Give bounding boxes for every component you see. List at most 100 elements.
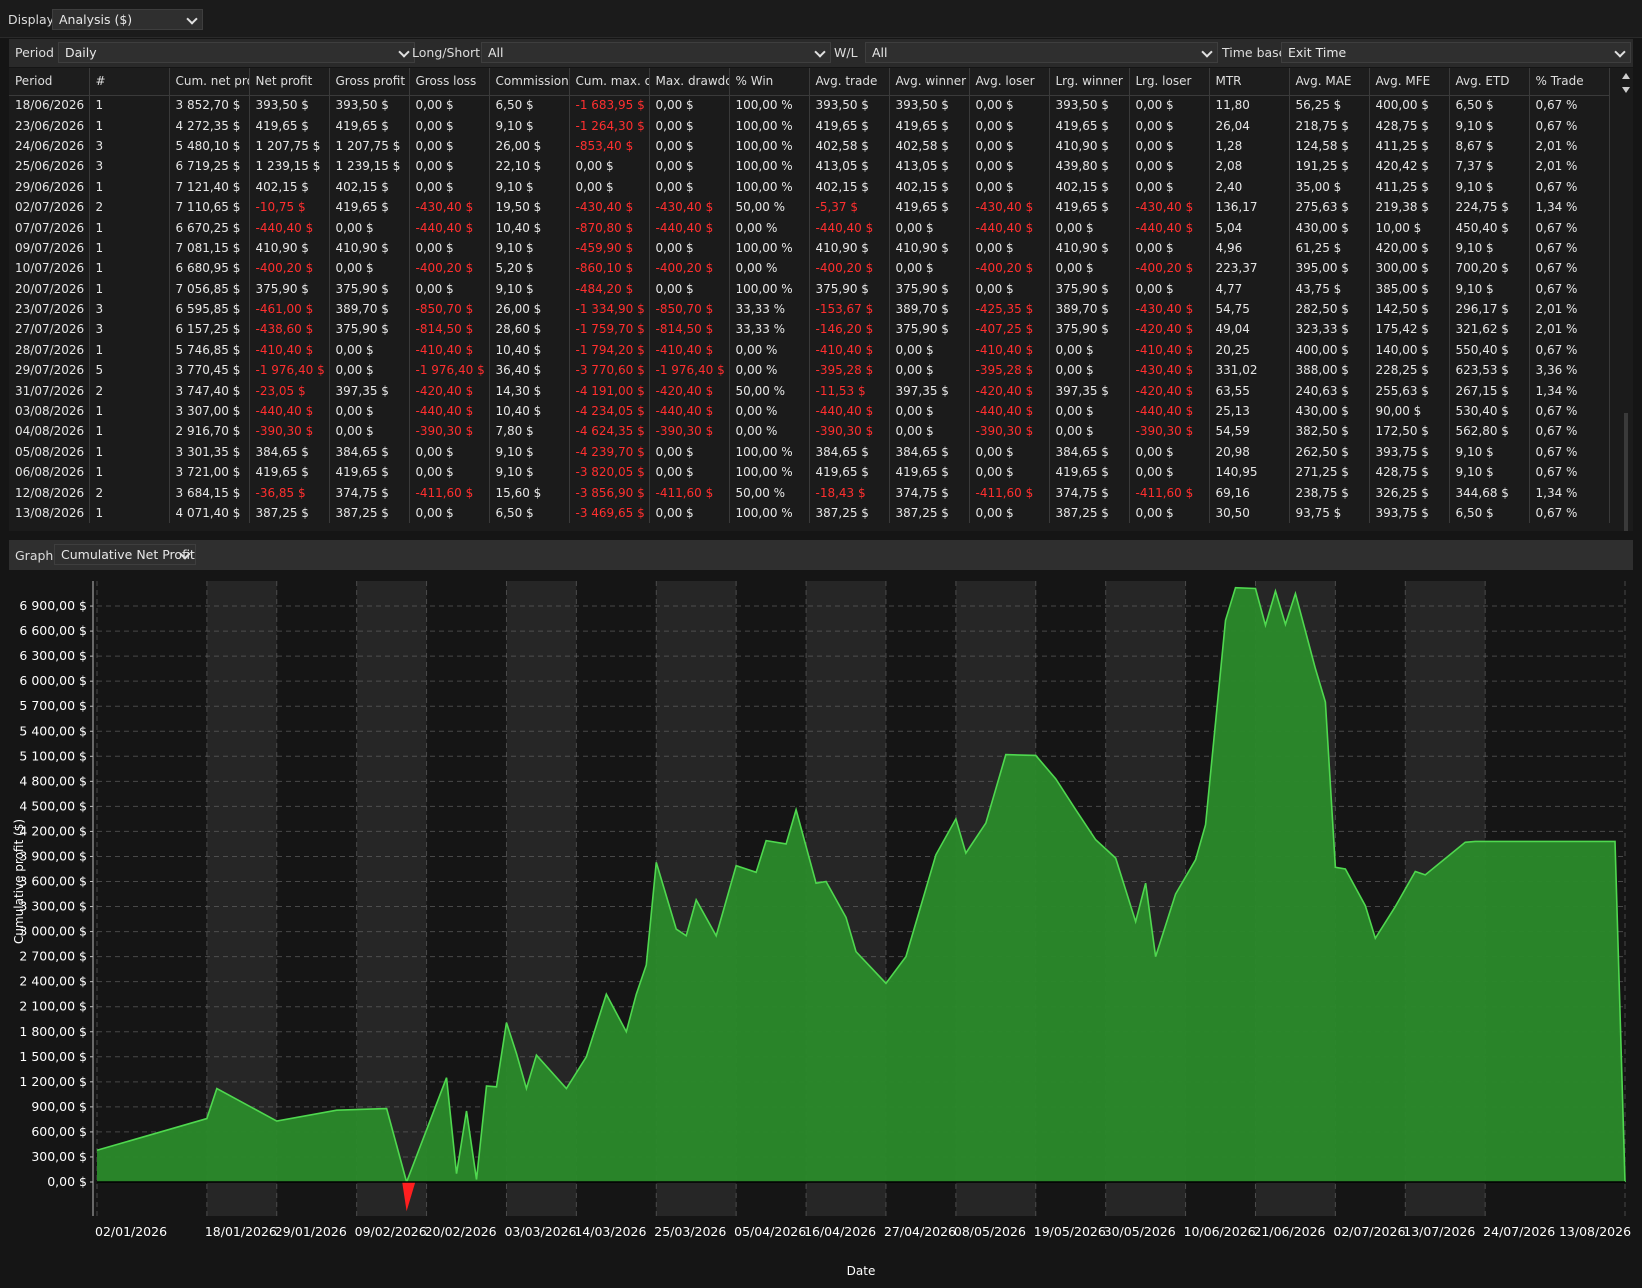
table-row[interactable]: 09/07/2026 1 7 081,15 $410,90 $410,90 $0,0… — [9, 237, 1610, 259]
table-row[interactable]: 12/08/2026 2 3 684,15 $ -36,85 $374,75 $ -41… — [9, 482, 1610, 503]
table-row[interactable]: 05/08/2026 1 3 301,35 $384,65 $384,65 $0,0… — [9, 441, 1610, 463]
table-cell: 100,00 % — [729, 115, 810, 136]
table-cell: 06/08/2026 — [9, 462, 90, 483]
column-header[interactable]: % Win — [729, 68, 810, 96]
column-header[interactable]: Avg. trade — [809, 68, 890, 96]
table-cell: 05/08/2026 — [9, 441, 90, 463]
column-header[interactable]: Avg. winner — [889, 68, 970, 96]
column-header[interactable]: Avg. ETD — [1449, 68, 1530, 96]
column-header[interactable]: # — [89, 68, 170, 96]
table-row[interactable]: 25/06/2026 3 6 719,25 $1 239,15 $1 239,15 … — [9, 156, 1610, 177]
table-cell: 29/06/2026 — [9, 176, 90, 197]
table-cell: -5,37 $ — [809, 196, 890, 218]
table-row[interactable]: 13/08/2026 1 4 071,40 $387,25 $387,25 $0,0… — [9, 502, 1610, 524]
table-cell: 300,00 $ — [1369, 258, 1450, 279]
scroll-thumb[interactable] — [1624, 413, 1628, 531]
wl-select-value: All — [872, 45, 888, 60]
column-header[interactable]: Avg. MAE — [1289, 68, 1370, 96]
column-header[interactable]: Gross profit — [329, 68, 410, 96]
table-row[interactable]: 23/06/2026 1 4 272,35 $419,65 $419,65 $0,0… — [9, 115, 1610, 136]
table-cell: 0,67 % — [1529, 278, 1610, 299]
table-row[interactable]: 24/06/2026 3 5 480,10 $1 207,75 $1 207,75 … — [9, 135, 1610, 157]
y-tick-label: 5 700,00 $ — [19, 698, 87, 713]
table-cell: 419,65 $ — [329, 115, 410, 136]
table-cell: 3 301,35 $ — [169, 441, 250, 463]
table-cell: 271,25 $ — [1289, 462, 1370, 483]
table-cell: 275,63 $ — [1289, 196, 1370, 218]
period-select[interactable]: Daily — [58, 42, 415, 63]
column-header[interactable]: MTR — [1209, 68, 1290, 96]
table-cell: 02/07/2026 — [9, 196, 90, 218]
display-select[interactable]: Analysis ($) — [52, 9, 203, 30]
column-header[interactable]: Avg. MFE — [1369, 68, 1450, 96]
table-cell: 63,55 — [1209, 380, 1290, 401]
table-row[interactable]: 04/08/2026 1 2 916,70 $ -390,30 $0,00 $ -390… — [9, 421, 1610, 442]
x-tick-label: 25/03/2026 — [654, 1224, 726, 1239]
table-row[interactable]: 06/08/2026 1 3 721,00 $419,65 $419,65 $0,0… — [9, 462, 1610, 483]
table-cell: -870,80 $ — [569, 217, 650, 238]
table-cell: 7 121,40 $ — [169, 176, 250, 197]
table-cell: 0,00 $ — [409, 441, 490, 463]
table-cell: -430,40 $ — [649, 196, 730, 218]
table-cell: 2 — [89, 380, 170, 401]
table-cell: 0,67 % — [1529, 462, 1610, 483]
table-row[interactable]: 07/07/2026 1 6 670,25 $ -440,40 $0,00 $ -440… — [9, 217, 1610, 238]
table-scrollbar[interactable] — [1619, 68, 1633, 531]
table-cell: -4 624,35 $ — [569, 421, 650, 442]
table-row[interactable]: 10/07/2026 1 6 680,95 $ -400,20 $0,00 $ -400… — [9, 258, 1610, 279]
table-row[interactable]: 02/07/2026 2 7 110,65 $ -10,75 $419,65 $ -43… — [9, 196, 1610, 218]
column-header[interactable]: Cum. net pro — [169, 68, 250, 96]
table-cell: -860,10 $ — [569, 258, 650, 279]
scroll-down-icon[interactable] — [1622, 87, 1630, 93]
table-cell: 1 — [89, 400, 170, 422]
table-cell: -420,40 $ — [969, 380, 1050, 401]
cumulative-profit-chart-container: 0,00 $ 300,00 $ 600,00 $ 900,00 $ 1 200,00 $… — [9, 571, 1633, 1282]
table-row[interactable]: 27/07/2026 3 6 157,25 $ -438,60 $375,90 $ -8… — [9, 319, 1610, 340]
table-cell: -430,40 $ — [1129, 360, 1210, 381]
table-row[interactable]: 03/08/2026 1 3 307,00 $ -440,40 $0,00 $ -440… — [9, 400, 1610, 422]
table-cell: 397,35 $ — [329, 380, 410, 401]
column-header[interactable]: Lrg. loser — [1129, 68, 1210, 96]
column-header[interactable]: Avg. loser — [969, 68, 1050, 96]
time-base-select[interactable]: Exit Time — [1281, 42, 1631, 63]
table-row[interactable]: 29/07/2026 5 3 770,45 $ -1 976,40 $0,00 $ -1… — [9, 360, 1610, 381]
column-header[interactable]: % Trade — [1529, 68, 1610, 96]
long-short-label: Long/Short — [412, 45, 481, 60]
column-header[interactable]: Commission — [489, 68, 570, 96]
table-cell: -3 770,60 $ — [569, 360, 650, 381]
column-header[interactable]: Net profit — [249, 68, 330, 96]
table-cell: 0,67 % — [1529, 339, 1610, 361]
table-row[interactable]: 20/07/2026 1 7 056,85 $375,90 $375,90 $0,0… — [9, 278, 1610, 299]
table-cell: -853,40 $ — [569, 135, 650, 157]
table-cell: -440,40 $ — [969, 217, 1050, 238]
column-header[interactable]: Period — [9, 68, 90, 96]
wl-select[interactable]: All — [865, 42, 1218, 63]
x-tick-label: 14/03/2026 — [574, 1224, 646, 1239]
scroll-up-icon[interactable] — [1622, 73, 1630, 79]
table-row[interactable]: 18/06/2026 1 3 852,70 $393,50 $393,50 $0,0… — [9, 95, 1610, 116]
column-header[interactable]: Gross loss — [409, 68, 490, 96]
column-header[interactable]: Max. drawdo — [649, 68, 730, 96]
x-axis-title: Date — [847, 1264, 876, 1278]
table-cell: 623,53 $ — [1449, 360, 1530, 381]
table-cell: 191,25 $ — [1289, 156, 1370, 177]
cumulative-profit-chart[interactable]: 0,00 $ 300,00 $ 600,00 $ 900,00 $ 1 200,00 $… — [9, 571, 1633, 1282]
table-row[interactable]: 28/07/2026 1 5 746,85 $ -410,40 $0,00 $ -410… — [9, 339, 1610, 361]
table-cell: 395,00 $ — [1289, 258, 1370, 279]
chevron-down-icon — [398, 46, 410, 58]
table-row[interactable]: 23/07/2026 3 6 595,85 $ -461,00 $389,70 $ -8… — [9, 298, 1610, 320]
column-header[interactable]: Cum. max. dr — [569, 68, 650, 96]
table-cell: 393,50 $ — [889, 95, 970, 116]
graph-select[interactable]: Cumulative Net Profit — [54, 544, 196, 565]
table-cell: 0,00 $ — [969, 462, 1050, 483]
table-row[interactable]: 29/06/2026 1 7 121,40 $402,15 $402,15 $0,0… — [9, 176, 1610, 197]
column-header[interactable]: Lrg. winner — [1049, 68, 1130, 96]
table-cell: 0,00 $ — [969, 115, 1050, 136]
table-cell: 26,00 $ — [489, 298, 570, 320]
long-short-select[interactable]: All — [481, 42, 831, 63]
table-row[interactable]: 31/07/2026 2 3 747,40 $ -23,05 $397,35 $ -42… — [9, 380, 1610, 401]
display-select-value: Analysis ($) — [59, 12, 133, 27]
table-cell: -400,20 $ — [649, 258, 730, 279]
table-cell: 6 157,25 $ — [169, 319, 250, 340]
table-cell: 172,50 $ — [1369, 421, 1450, 442]
